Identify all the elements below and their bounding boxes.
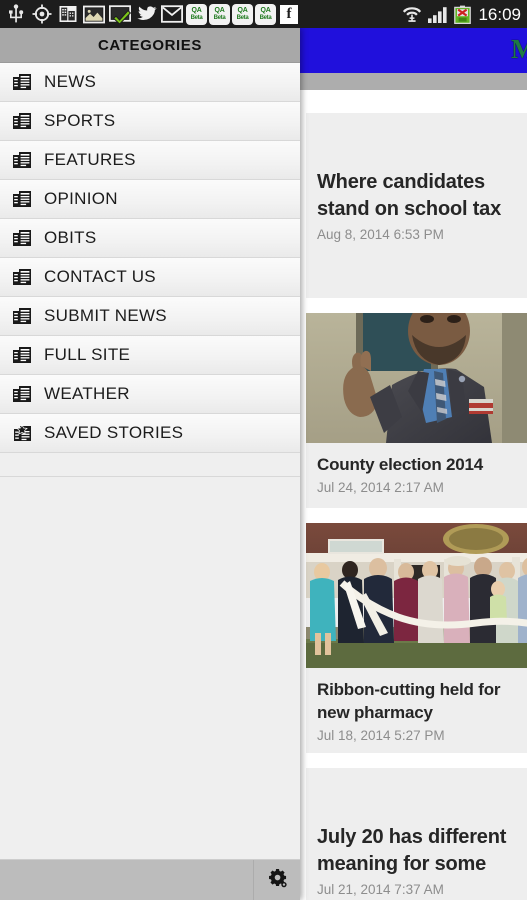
newspaper-icon [11, 383, 33, 405]
facebook-glyph: f [286, 5, 292, 22]
newspaper-icon [11, 227, 33, 249]
qa-badge-bottom: Beta [236, 14, 249, 21]
card-date: Jul 24, 2014 2:17 AM [317, 480, 444, 495]
newspaper-icon [11, 110, 33, 132]
feed-card[interactable]: County election 2014 Jul 24, 2014 2:17 A… [306, 313, 527, 508]
sidebar-item-news[interactable]: NEWS [0, 63, 300, 102]
newspaper-icon [11, 266, 33, 288]
qa-beta-badge-icon: QA Beta [232, 3, 253, 25]
card-body: County election 2014 Jul 24, 2014 2:17 A… [306, 443, 527, 508]
newspaper-icon [11, 188, 33, 210]
drawer-header: CATEGORIES [0, 28, 300, 63]
drawer-footer [0, 859, 300, 900]
status-bar-notification-icons: QA Beta QA Beta QA Beta QA Beta f [0, 0, 301, 28]
status-bar-clock: 16:09 [478, 4, 521, 24]
qa-badge-bottom: Beta [213, 14, 226, 21]
qa-badge-bottom: Beta [190, 14, 203, 21]
card-thumbnail [306, 523, 527, 668]
status-bar: QA Beta QA Beta QA Beta QA Beta f 16:09 [0, 0, 527, 28]
card-title: Where candidates stand on school tax [317, 171, 502, 220]
sidebar-item-sports[interactable]: SPORTS [0, 102, 300, 141]
facebook-icon: f [280, 4, 298, 24]
card-body: July 20 has different meaning for some J… [306, 768, 527, 900]
qa-beta-badge-icon: QA Beta [186, 3, 207, 25]
feed-card[interactable]: July 20 has different meaning for some J… [306, 768, 527, 900]
card-body: Where candidates stand on school tax Aug… [306, 113, 527, 298]
sidebar-item-label: NEWS [44, 72, 97, 91]
drawer-empty-area [0, 476, 300, 860]
sidebar-item-full-site[interactable]: FULL SITE [0, 336, 300, 375]
sidebar-item-features[interactable]: FEATURES [0, 141, 300, 180]
battery-icon [454, 5, 472, 24]
brand-logo: M [511, 34, 527, 64]
card-date: Aug 8, 2014 6:53 PM [317, 227, 444, 242]
qa-badge-top: QA [260, 6, 271, 14]
qa-badge-bottom: Beta [259, 14, 272, 21]
image-icon [83, 3, 105, 25]
qa-badge-top: QA [237, 6, 248, 14]
settings-button[interactable] [253, 860, 300, 900]
card-title: July 20 has different meaning for some [317, 826, 507, 875]
sidebar-item-label: CONTACT US [44, 267, 156, 286]
sidebar-item-label: SUBMIT NEWS [44, 306, 167, 325]
drawer-header-title: CATEGORIES [97, 36, 203, 54]
signal-icon [427, 3, 449, 25]
sidebar-item-label: WEATHER [44, 384, 130, 403]
status-bar-system-icons: 16:09 [399, 0, 525, 28]
navigation-drawer[interactable]: CATEGORIES NEWS SPORTS FEATURES OPINION … [0, 28, 300, 900]
sidebar-item-weather[interactable]: WEATHER [0, 375, 300, 414]
newspaper-icon [11, 305, 33, 327]
sidebar-item-label: OBITS [44, 228, 97, 247]
sidebar-item-saved-stories[interactable]: SAVED STORIES [0, 414, 300, 453]
card-body: Ribbon-cutting held for new pharmacy Jul… [306, 668, 527, 753]
usb-icon [5, 3, 27, 25]
gear-icon [266, 867, 288, 894]
gmail-icon [161, 3, 183, 25]
sidebar-item-opinion[interactable]: OPINION [0, 180, 300, 219]
twitter-icon [135, 3, 157, 25]
sidebar-item-obits[interactable]: OBITS [0, 219, 300, 258]
sidebar-item-label: FEATURES [44, 150, 136, 169]
newspaper-icon [11, 71, 33, 93]
saved-document-icon [11, 422, 33, 444]
screen-check-icon [109, 3, 131, 25]
chart-icon [57, 3, 79, 25]
drawer-category-list[interactable]: NEWS SPORTS FEATURES OPINION OBITS CONTA… [0, 63, 300, 453]
sidebar-item-contact-us[interactable]: CONTACT US [0, 258, 300, 297]
card-thumbnail [306, 313, 527, 443]
sidebar-item-label: SPORTS [44, 111, 116, 130]
qa-beta-badge-icon: QA Beta [255, 3, 276, 25]
qa-beta-badge-icon: QA Beta [209, 3, 230, 25]
qa-badge-top: QA [191, 6, 202, 14]
sidebar-item-submit-news[interactable]: SUBMIT NEWS [0, 297, 300, 336]
sidebar-item-label: OPINION [44, 189, 118, 208]
feed-card[interactable]: Ribbon-cutting held for new pharmacy Jul… [306, 523, 527, 753]
sidebar-item-label: SAVED STORIES [44, 423, 184, 442]
wifi-icon [401, 3, 423, 25]
feed-card[interactable]: Where candidates stand on school tax Aug… [306, 113, 527, 298]
newspaper-icon [11, 149, 33, 171]
qa-badge-top: QA [214, 6, 225, 14]
card-title: Ribbon-cutting held for new pharmacy [317, 680, 501, 722]
card-date: Jul 18, 2014 5:27 PM [317, 728, 445, 743]
card-title: County election 2014 [317, 455, 484, 474]
sidebar-item-label: FULL SITE [44, 345, 131, 364]
newspaper-icon [11, 344, 33, 366]
gps-icon [31, 3, 53, 25]
card-date: Jul 21, 2014 7:37 AM [317, 882, 444, 897]
